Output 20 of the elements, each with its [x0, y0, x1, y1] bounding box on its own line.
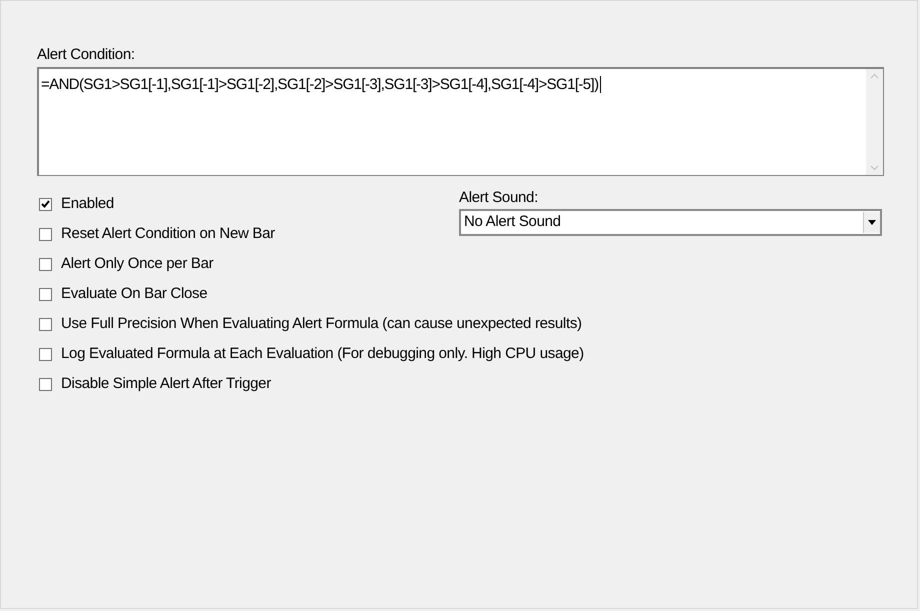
checkbox[interactable] — [39, 198, 52, 210]
sound-dropdown[interactable]: No Alert Sound — [459, 209, 882, 236]
checkbox[interactable] — [39, 228, 52, 240]
checkbox[interactable] — [39, 258, 52, 270]
formula-text: =AND(SG1>SG1[-1],SG1[-1]>SG1[-2],SG1[-2]>SG1[-3],SG1[-3]>SG1[-4],SG1[-4]>SG1[-5]) — [41, 76, 600, 93]
checkbox[interactable] — [39, 318, 52, 330]
checkbox-label[interactable]: Alert Only Once per Bar — [61, 252, 214, 276]
checkbox-label[interactable]: Log Evaluated Formula at Each Evaluation (For debugging only. High CPU usage) — [61, 342, 584, 366]
field-label: Alert Sound: — [459, 189, 539, 208]
field-label: Alert Condition: — [37, 45, 136, 65]
dropdown-arrow-icon — [868, 220, 876, 225]
checkbox-label[interactable]: Reset Alert Condition on New Bar — [61, 222, 275, 246]
checkbox-label[interactable]: Use Full Precision When Evaluating Alert Formula (can cause unexpected results) — [61, 312, 582, 336]
checkbox[interactable] — [39, 348, 52, 360]
checkbox-label[interactable]: Disable Simple Alert After Trigger — [61, 372, 271, 396]
formula-input-field[interactable]: =AND(SG1>SG1[-1],SG1[-1]>SG1[-2],SG1[-2]>SG1[-3],SG1[-3]>SG1[-4],SG1[-4]>SG1[-5]) — [37, 67, 884, 176]
checkbox-label[interactable]: Evaluate On Bar Close — [61, 282, 208, 306]
checkbox[interactable] — [39, 288, 52, 300]
checkbox-label[interactable]: Enabled — [61, 192, 114, 216]
checkbox[interactable] — [39, 378, 52, 390]
